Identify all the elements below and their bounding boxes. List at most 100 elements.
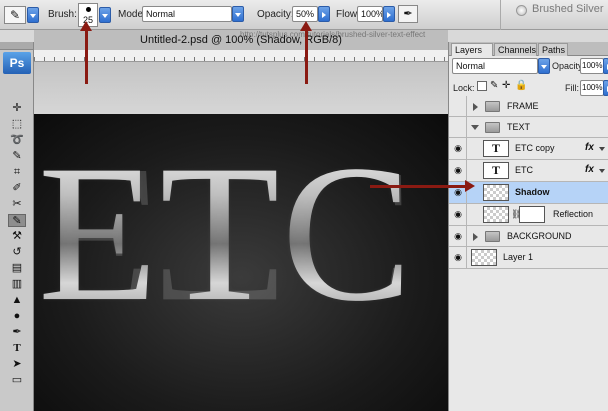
canvas[interactable]: ETC ETC xyxy=(34,114,448,411)
expand-arrow-icon[interactable] xyxy=(473,103,478,111)
brush-tool-preset-icon[interactable]: ✎ xyxy=(4,6,26,24)
layer-row-text[interactable]: TEXT xyxy=(449,117,608,138)
text-layer-thumbnail: T xyxy=(483,140,509,157)
clone-stamp-tool-icon[interactable]: ⚒ xyxy=(8,230,26,243)
path-selection-tool-icon[interactable]: ➤ xyxy=(8,358,26,371)
pasteboard xyxy=(34,62,448,114)
tab-layers[interactable]: Layers × xyxy=(451,43,493,67)
fill-button[interactable] xyxy=(603,80,608,96)
canvas-text: ETC xyxy=(38,125,415,342)
fx-expand-icon[interactable] xyxy=(599,147,605,151)
layer-name: Reflection xyxy=(553,209,594,219)
opacity-input[interactable]: 50% xyxy=(292,6,318,22)
pen-tool-icon[interactable]: ✒ xyxy=(8,326,26,339)
fx-icon[interactable]: fx xyxy=(585,142,594,153)
lasso-tool-icon[interactable]: ➰ xyxy=(8,134,26,147)
fill-label: Fill: xyxy=(565,83,579,93)
eyedropper-tool-icon[interactable]: ✐ xyxy=(8,182,26,195)
airbrush-icon[interactable]: ✒ xyxy=(398,5,418,23)
layer-row-layer-1[interactable]: ◉ Layer 1 xyxy=(449,247,608,269)
eraser-tool-icon[interactable]: ▤ xyxy=(8,262,26,275)
folder-icon xyxy=(485,231,500,242)
shape-tool-icon[interactable]: ▭ xyxy=(8,374,26,387)
brush-dot-icon xyxy=(86,7,91,12)
layer-name: ETC xyxy=(515,165,533,175)
horizontal-ruler xyxy=(34,50,448,62)
photoshop-logo[interactable]: Ps xyxy=(3,52,31,74)
annotation-arrow-brush xyxy=(80,21,92,84)
fx-icon[interactable]: fx xyxy=(585,164,594,175)
history-brush-tool-icon[interactable]: ↺ xyxy=(8,246,26,259)
tool-preset-dropdown[interactable] xyxy=(27,7,39,23)
visibility-toggle[interactable] xyxy=(449,96,467,117)
crop-tool-icon[interactable]: ⌗ xyxy=(8,166,26,179)
eye-icon: ◉ xyxy=(454,187,462,197)
collapse-arrow-icon[interactable] xyxy=(471,125,479,130)
divider xyxy=(500,0,501,30)
layer-name: ETC copy xyxy=(515,143,555,153)
layer-row-background[interactable]: ◉ BACKGROUND xyxy=(449,226,608,247)
annotation-arrow-opacity xyxy=(300,21,312,84)
layers-panel: Layers × Channels Paths Normal Opacity: … xyxy=(448,42,608,411)
fx-expand-icon[interactable] xyxy=(599,169,605,173)
layer-row-frame[interactable]: FRAME xyxy=(449,96,608,117)
opacity-label: Opacity: xyxy=(257,9,294,20)
visibility-toggle[interactable]: ◉ xyxy=(449,204,467,225)
tab-layers-label: Layers xyxy=(455,45,483,55)
layer-opacity-input[interactable]: 100% xyxy=(580,58,604,74)
blur-tool-icon[interactable]: ▲ xyxy=(8,294,26,307)
layer-row-reflection[interactable]: ◉ ⛓ Reflection xyxy=(449,204,608,226)
visibility-toggle[interactable]: ◉ xyxy=(449,247,467,268)
mode-select[interactable]: Normal xyxy=(142,6,232,22)
layer-name: FRAME xyxy=(507,101,539,111)
brush-tool-icon[interactable]: ✎ xyxy=(8,214,26,227)
flow-slider-button[interactable] xyxy=(383,6,395,22)
healing-brush-tool-icon[interactable]: ✂ xyxy=(8,198,26,211)
document-title[interactable]: Untitled-2.psd @ 100% (Shadow, RGB/8) xyxy=(34,30,448,50)
type-tool-icon[interactable]: T xyxy=(8,342,26,355)
layer-thumbnail xyxy=(483,184,509,201)
lock-all-icon[interactable]: 🔒 xyxy=(515,80,527,91)
brush-label: Brush: xyxy=(48,9,77,20)
eye-icon: ◉ xyxy=(454,231,462,241)
layer-mask-thumbnail[interactable] xyxy=(519,206,545,223)
visibility-toggle[interactable] xyxy=(449,117,467,138)
move-tool-icon[interactable]: ✛ xyxy=(8,102,26,115)
eye-icon: ◉ xyxy=(454,252,462,262)
lock-position-icon[interactable]: ✛ xyxy=(502,80,510,91)
text-layer-thumbnail: T xyxy=(483,162,509,179)
tab-channels[interactable]: Channels xyxy=(494,43,537,56)
tools-panel-header[interactable] xyxy=(0,42,33,50)
expand-arrow-icon[interactable] xyxy=(473,233,478,241)
tab-paths[interactable]: Paths xyxy=(538,43,568,56)
lock-label: Lock: xyxy=(453,83,475,93)
gradient-tool-icon[interactable]: ▥ xyxy=(8,278,26,291)
eye-icon: ◉ xyxy=(454,143,462,153)
visibility-toggle[interactable]: ◉ xyxy=(449,138,467,159)
layer-opacity-button[interactable] xyxy=(603,58,608,74)
blend-mode-dropdown[interactable] xyxy=(538,58,550,74)
workspace-icon xyxy=(516,5,527,16)
layer-row-etc-copy[interactable]: ◉ T ETC copy fx xyxy=(449,138,608,160)
layer-thumbnail xyxy=(483,206,509,223)
visibility-toggle[interactable]: ◉ xyxy=(449,160,467,181)
layer-row-etc[interactable]: ◉ T ETC fx xyxy=(449,160,608,182)
panel-tabs: Layers × Channels Paths xyxy=(449,42,608,67)
flow-input[interactable]: 100% xyxy=(357,6,383,22)
mode-dropdown[interactable] xyxy=(232,6,244,22)
lock-image-icon[interactable]: ✎ xyxy=(490,80,498,91)
layer-thumbnail xyxy=(471,249,497,266)
marquee-tool-icon[interactable]: ⬚ xyxy=(8,118,26,131)
eye-icon: ◉ xyxy=(454,209,462,219)
brush-picker-dropdown[interactable] xyxy=(99,7,111,23)
annotation-arrow-shadow-layer xyxy=(370,180,475,192)
fill-input[interactable]: 100% xyxy=(580,80,604,96)
blend-mode-select[interactable]: Normal xyxy=(452,58,538,74)
visibility-toggle[interactable]: ◉ xyxy=(449,226,467,247)
dodge-tool-icon[interactable]: ● xyxy=(8,310,26,323)
opacity-slider-button[interactable] xyxy=(318,6,330,22)
folder-icon xyxy=(485,101,500,112)
layer-name: Layer 1 xyxy=(503,252,534,262)
lock-transparency-icon[interactable] xyxy=(477,81,487,91)
quick-selection-tool-icon[interactable]: ✎ xyxy=(8,150,26,163)
